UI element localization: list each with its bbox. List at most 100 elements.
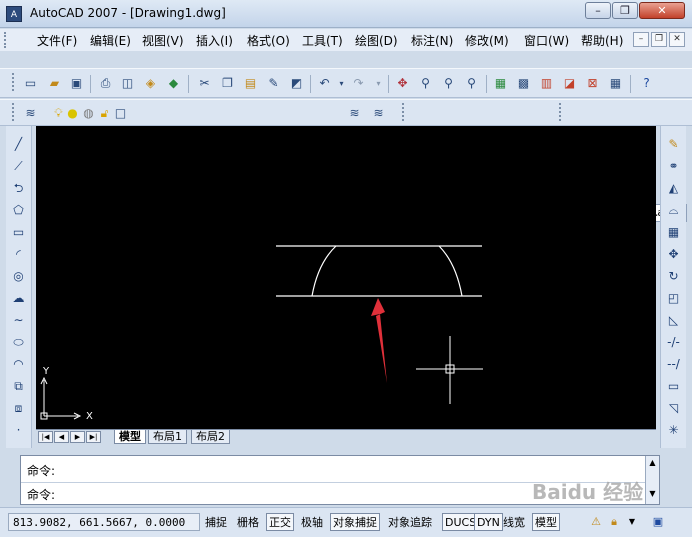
scale-icon[interactable]: ◰	[665, 290, 682, 307]
tab-layout1[interactable]: 布局1	[148, 430, 187, 444]
toolbar-grip[interactable]	[559, 103, 563, 121]
osnap-toggle[interactable]: 对象捕捉	[330, 513, 380, 531]
toolbar-grip[interactable]	[12, 73, 16, 91]
menu-view[interactable]: 视图(V)	[142, 32, 184, 49]
block-editor-icon[interactable]: ◩	[288, 75, 305, 92]
polyline-icon[interactable]: ⮌	[10, 180, 27, 197]
rotate-icon[interactable]: ↻	[665, 268, 682, 285]
rectangle-icon[interactable]: ▭	[10, 224, 27, 241]
polygon-icon[interactable]: ⬠	[10, 202, 27, 219]
new-icon[interactable]: ▭	[22, 75, 39, 92]
stretch-icon[interactable]: ◺	[665, 312, 682, 329]
doc-restore-button[interactable]: ❐	[651, 32, 667, 47]
properties-icon[interactable]: ▦	[492, 75, 509, 92]
tab-model[interactable]: 模型	[114, 430, 146, 444]
insert-block-icon[interactable]: ⧉	[10, 378, 27, 395]
make-object-layer-current-icon[interactable]: ≋	[346, 105, 363, 122]
doc-close-button[interactable]: ✕	[669, 32, 685, 47]
construction-line-icon[interactable]: ⟋	[10, 158, 27, 175]
tab-layout2[interactable]: 布局2	[191, 430, 230, 444]
menu-help[interactable]: 帮助(H)	[581, 32, 623, 49]
layer-manager-icon[interactable]: ≋	[22, 105, 39, 122]
offset-icon[interactable]: ⌓	[665, 202, 682, 219]
zoom-window-icon[interactable]: ⚲	[440, 75, 457, 92]
layer-freeze-icon[interactable]: ●	[64, 105, 81, 122]
cut-icon[interactable]: ✂	[196, 75, 213, 92]
model-space-toggle[interactable]: 模型	[532, 513, 560, 531]
print-icon[interactable]: ⎙	[97, 75, 114, 92]
ortho-toggle[interactable]: 正交	[266, 513, 294, 531]
menu-insert[interactable]: 插入(I)	[196, 32, 233, 49]
circle-icon[interactable]: ◎	[10, 268, 27, 285]
move-icon[interactable]: ✥	[665, 246, 682, 263]
undo-icon[interactable]: ↶	[316, 75, 333, 92]
zoom-realtime-icon[interactable]: ⚲	[417, 75, 434, 92]
layer-previous-icon[interactable]: ≋	[370, 105, 387, 122]
menu-draw[interactable]: 绘图(D)	[355, 32, 398, 49]
break-icon[interactable]: ▭	[665, 378, 682, 395]
extend-icon[interactable]: --/	[665, 356, 682, 373]
menu-grip[interactable]	[4, 32, 10, 48]
tool-palettes-icon[interactable]: ▥	[538, 75, 555, 92]
menu-tools[interactable]: 工具(T)	[302, 32, 343, 49]
menu-window[interactable]: 窗口(W)	[524, 32, 569, 49]
point-icon[interactable]: ·	[10, 422, 27, 439]
grid-toggle[interactable]: 栅格	[234, 513, 262, 531]
command-scrollbar[interactable]: ▲ ▼	[645, 456, 659, 504]
erase-icon[interactable]: ✎	[665, 136, 682, 153]
otrack-toggle[interactable]: 对象追踪	[385, 513, 435, 531]
polar-toggle[interactable]: 极轴	[298, 513, 326, 531]
scroll-up-icon[interactable]: ▲	[646, 458, 659, 467]
spline-icon[interactable]: ∼	[10, 312, 27, 329]
undo-dropdown-icon[interactable]: ▾	[333, 75, 350, 92]
revision-cloud-icon[interactable]: ☁︎	[10, 290, 27, 307]
menu-format[interactable]: 格式(O)	[247, 32, 290, 49]
lineweight-toggle[interactable]: 线宽	[500, 513, 528, 531]
drawing-canvas[interactable]: Y X	[36, 126, 656, 431]
previous-tab-button[interactable]: ◀	[54, 431, 69, 443]
menu-file[interactable]: 文件(F)	[37, 32, 77, 49]
clean-screen-icon[interactable]: ▣	[650, 514, 666, 530]
close-button[interactable]: ✕	[639, 2, 685, 19]
doc-minimize-button[interactable]: –	[633, 32, 649, 47]
redo-icon[interactable]: ↷	[350, 75, 367, 92]
explode-icon[interactable]: ✳	[665, 422, 682, 439]
mirror-icon[interactable]: ◭	[665, 180, 682, 197]
line-icon[interactable]: ╱	[10, 136, 27, 153]
toolbar-grip[interactable]	[12, 103, 16, 121]
calculator-icon[interactable]: ▦	[607, 75, 624, 92]
toolbar-grip[interactable]	[402, 103, 406, 121]
design-center-icon[interactable]: ▩	[515, 75, 532, 92]
copy-icon[interactable]: ❐	[219, 75, 236, 92]
next-tab-button[interactable]: ▶	[70, 431, 85, 443]
layer-vp-freeze-icon[interactable]: ◍	[80, 105, 97, 122]
first-tab-button[interactable]: |◀	[38, 431, 53, 443]
autocad-app-icon[interactable]: A	[6, 6, 22, 22]
array-icon[interactable]: ▦	[665, 224, 682, 241]
ellipse-arc-icon[interactable]: ◠	[10, 356, 27, 373]
status-menu-chevron-icon[interactable]: ▼	[624, 514, 640, 530]
menu-modify[interactable]: 修改(M)	[465, 32, 509, 49]
3d-dwf-icon[interactable]: ◆	[165, 75, 182, 92]
minimize-button[interactable]: –	[585, 2, 611, 19]
menu-dimension[interactable]: 标注(N)	[411, 32, 453, 49]
restore-button[interactable]: ❐	[612, 2, 638, 19]
snap-toggle[interactable]: 捕捉	[202, 513, 230, 531]
open-icon[interactable]: ▰	[46, 75, 63, 92]
help-icon[interactable]: ?	[638, 75, 655, 92]
copy-object-icon[interactable]: ⚭	[665, 158, 682, 175]
pan-icon[interactable]: ✥	[394, 75, 411, 92]
paste-icon[interactable]: ▤	[242, 75, 259, 92]
make-block-icon[interactable]: ⧈	[10, 400, 27, 417]
coordinate-display[interactable]: 813.9082, 661.5667, 0.0000	[8, 513, 200, 531]
lock-icon[interactable]: 🔒︎	[606, 514, 622, 530]
save-icon[interactable]: ▣	[68, 75, 85, 92]
ellipse-icon[interactable]: ⬭	[10, 334, 27, 351]
chamfer-icon[interactable]: ◹	[665, 400, 682, 417]
match-properties-icon[interactable]: ✎	[265, 75, 282, 92]
zoom-previous-icon[interactable]: ⚲	[463, 75, 480, 92]
layer-lock-icon[interactable]: 🔓︎	[96, 105, 113, 122]
arc-icon[interactable]: ◜	[10, 246, 27, 263]
scroll-down-icon[interactable]: ▼	[646, 489, 659, 498]
sheet-set-icon[interactable]: ◪	[561, 75, 578, 92]
